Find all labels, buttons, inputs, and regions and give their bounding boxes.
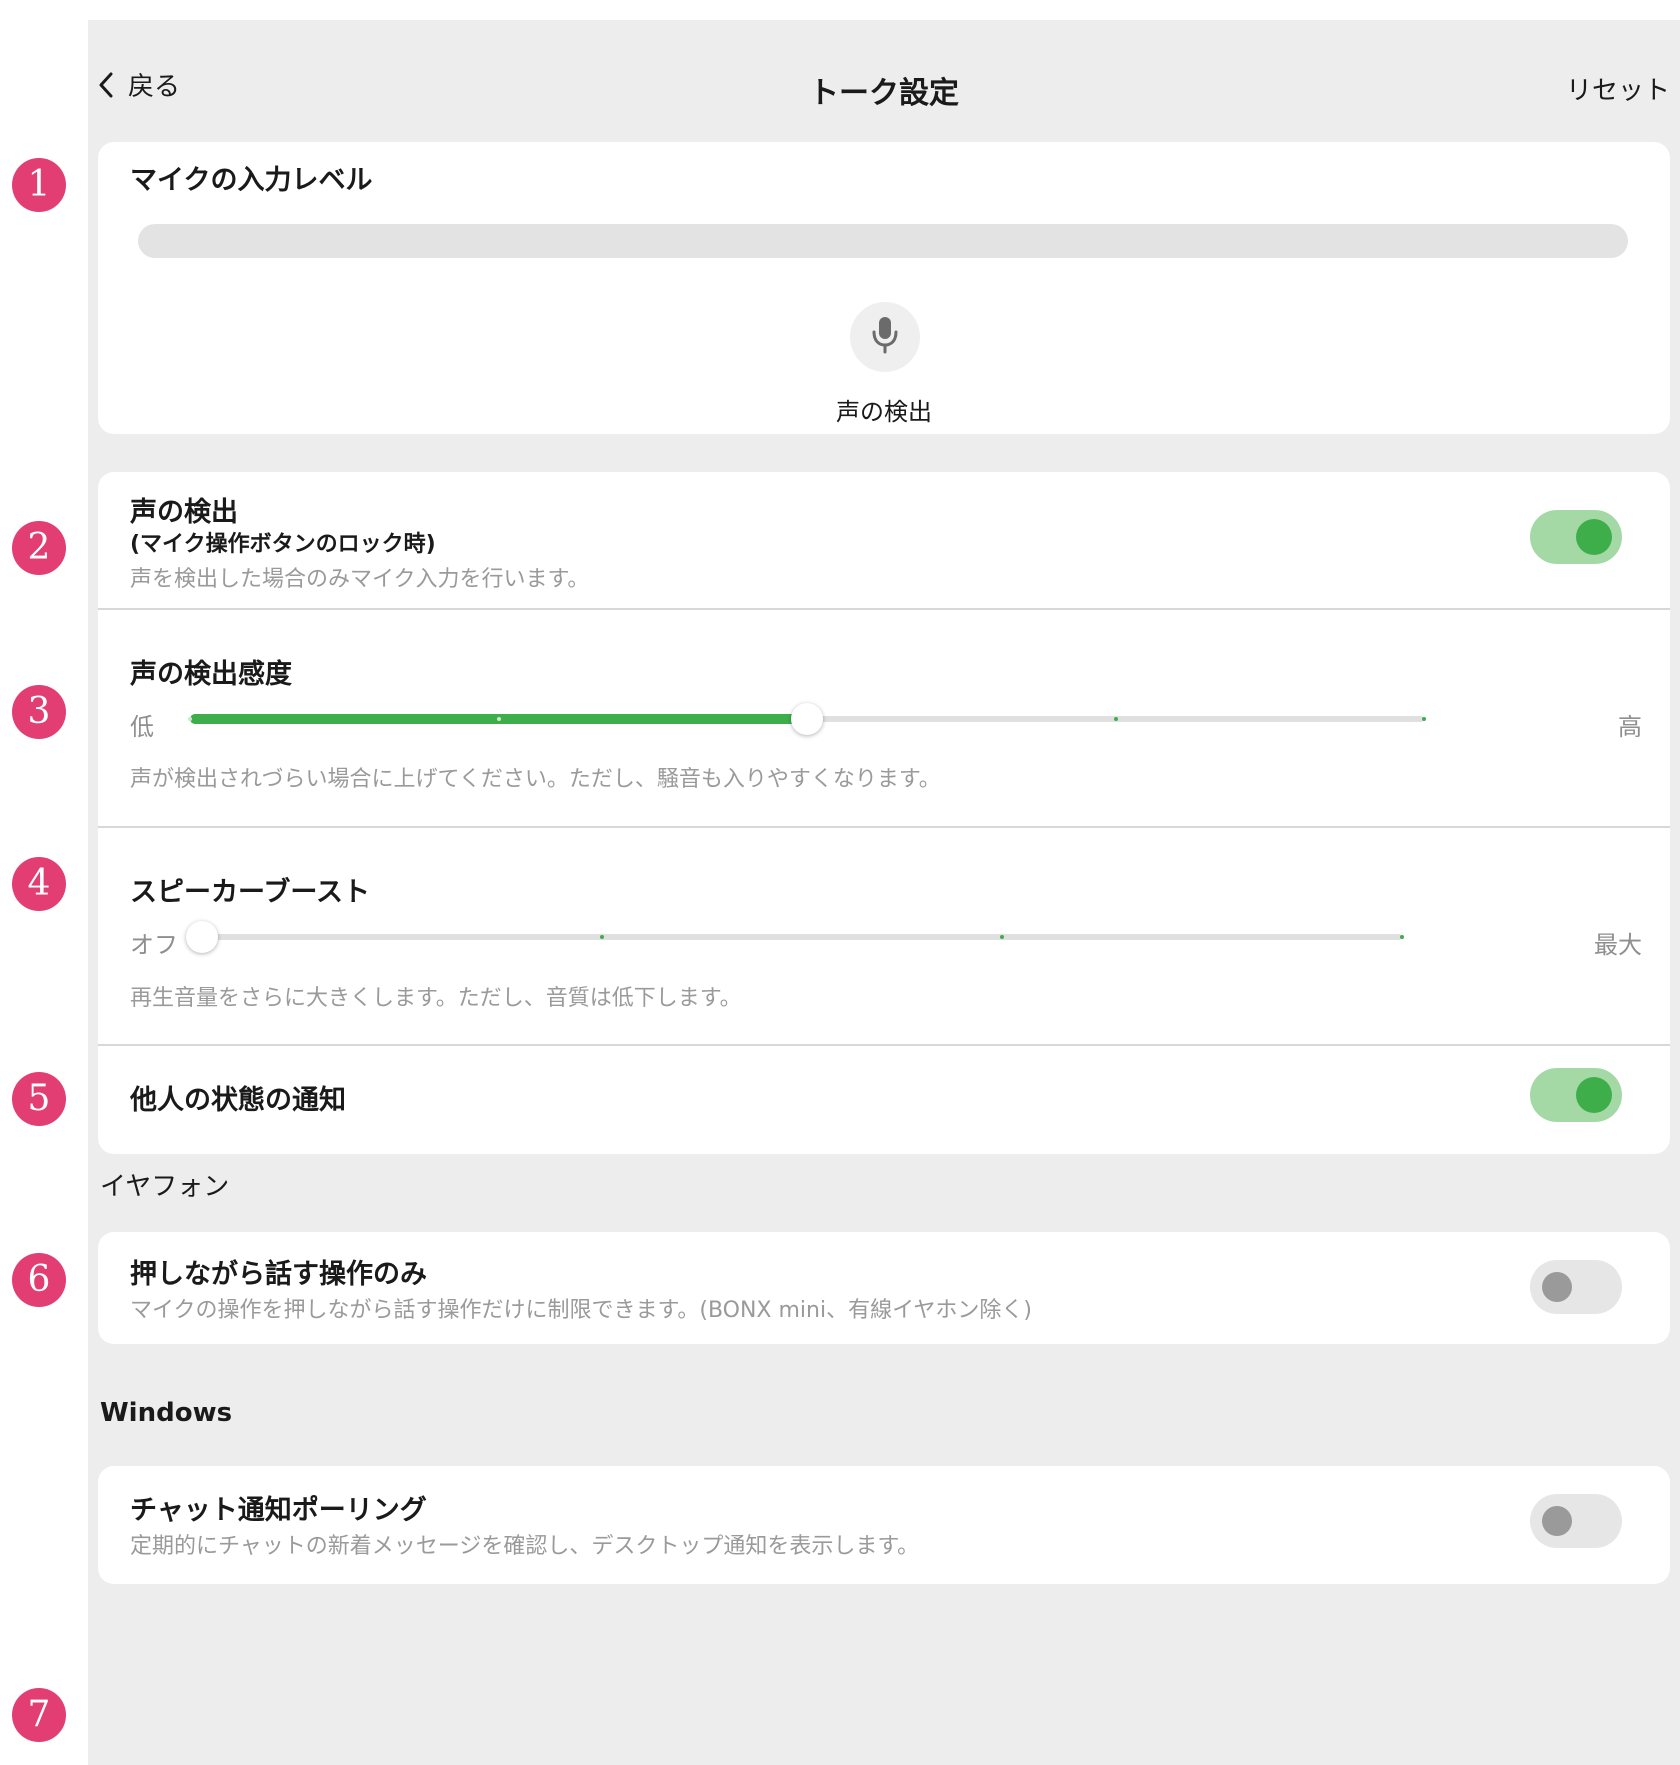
speaker-boost-row: スピーカーブースト オフ 最大 再生音量をさらに大きくします。ただし、音質は低下… (98, 828, 1670, 1046)
ptt-only-row: 押しながら話す操作のみ マイクの操作を押しながら話す操作だけに制限できます。(B… (98, 1232, 1670, 1344)
speaker-boost-slider[interactable] (186, 921, 1404, 953)
navigation-bar: 戻る トーク設定 リセット (88, 20, 1680, 120)
page-title: トーク設定 (809, 76, 959, 111)
sensitivity-title: 声の検出感度 (130, 659, 292, 690)
step-badge-5: 5 (12, 1072, 66, 1126)
speaker-boost-slider-thumb[interactable] (186, 921, 218, 953)
step-badge-4: 4 (12, 857, 66, 911)
windows-section-header: Windows (100, 1398, 233, 1428)
sensitivity-slider-thumb[interactable] (791, 703, 823, 735)
chat-polling-row: チャット通知ポーリング 定期的にチャットの新着メッセージを確認し、デスクトップ通… (98, 1466, 1670, 1584)
step-badge-7: 7 (12, 1688, 66, 1742)
mic-level-meter (138, 224, 1628, 258)
slider-step-tick (600, 935, 604, 939)
sensitivity-description: 声が検出されづらい場合に上げてください。ただし、騒音も入りやすくなります。 (130, 767, 941, 792)
others-status-toggle[interactable] (1530, 1068, 1622, 1122)
toggle-knob (1542, 1272, 1572, 1302)
voice-detect-row: 声の検出 (マイク操作ボタンのロック時) 声を検出した場合のみマイク入力を行いま… (98, 472, 1670, 610)
voice-detect-indicator (850, 302, 920, 372)
step-badge-2: 2 (12, 521, 66, 575)
voice-detect-toggle[interactable] (1530, 510, 1622, 564)
slider-step-tick (1400, 935, 1404, 939)
step-badge-6: 6 (12, 1253, 66, 1307)
mic-level-card: マイクの入力レベル 声の検出 (98, 142, 1670, 434)
slider-step-tick (1000, 935, 1004, 939)
ptt-only-toggle[interactable] (1530, 1260, 1622, 1314)
voice-detect-subtitle: (マイク操作ボタンのロック時) (130, 532, 436, 557)
speaker-boost-min-label: オフ (130, 931, 178, 959)
sensitivity-row: 声の検出感度 低 高 声が検出されづらい場合に上げてください。ただし、騒音も入り… (98, 610, 1670, 828)
toggle-knob (1542, 1506, 1572, 1536)
voice-detect-description: 声を検出した場合のみマイク入力を行います。 (130, 567, 590, 592)
step-badge-1: 1 (12, 158, 66, 212)
ptt-only-title: 押しながら話す操作のみ (130, 1259, 427, 1290)
speaker-boost-description: 再生音量をさらに大きくします。ただし、音質は低下します。 (130, 986, 742, 1011)
toggle-knob (1576, 519, 1612, 555)
slider-step-tick (1422, 717, 1426, 721)
others-status-title: 他人の状態の通知 (130, 1085, 346, 1116)
chat-polling-title: チャット通知ポーリング (130, 1495, 427, 1526)
reset-button[interactable]: リセット (1566, 70, 1670, 107)
sensitivity-max-label: 高 (1618, 713, 1642, 741)
speaker-boost-max-label: 最大 (1594, 931, 1642, 959)
ptt-only-description: マイクの操作を押しながら話す操作だけに制限できます。(BONX mini、有線イ… (130, 1298, 1033, 1323)
toggle-knob (1576, 1077, 1612, 1113)
others-status-row: 他人の状態の通知 (98, 1046, 1670, 1154)
chat-polling-description: 定期的にチャットの新着メッセージを確認し、デスクトップ通知を表示します。 (130, 1534, 920, 1559)
settings-panel: 戻る トーク設定 リセット マイクの入力レベル 声の検出 声の検出 (マイク操作… (88, 20, 1680, 1765)
mic-level-title: マイクの入力レベル (130, 165, 373, 196)
sensitivity-min-label: 低 (130, 713, 154, 741)
speaker-boost-title: スピーカーブースト (130, 877, 371, 908)
microphone-icon (870, 315, 900, 359)
slider-step-tick (1113, 717, 1118, 721)
voice-detect-label: 声の検出 (836, 398, 932, 426)
chat-polling-toggle[interactable] (1530, 1494, 1622, 1548)
slider-step-tick (496, 717, 501, 721)
voice-detect-title: 声の検出 (130, 497, 238, 528)
slider-step-tick (188, 717, 192, 721)
step-badge-3: 3 (12, 685, 66, 739)
earphone-section-header: イヤフォン (100, 1172, 230, 1202)
sensitivity-slider[interactable] (188, 703, 1426, 735)
